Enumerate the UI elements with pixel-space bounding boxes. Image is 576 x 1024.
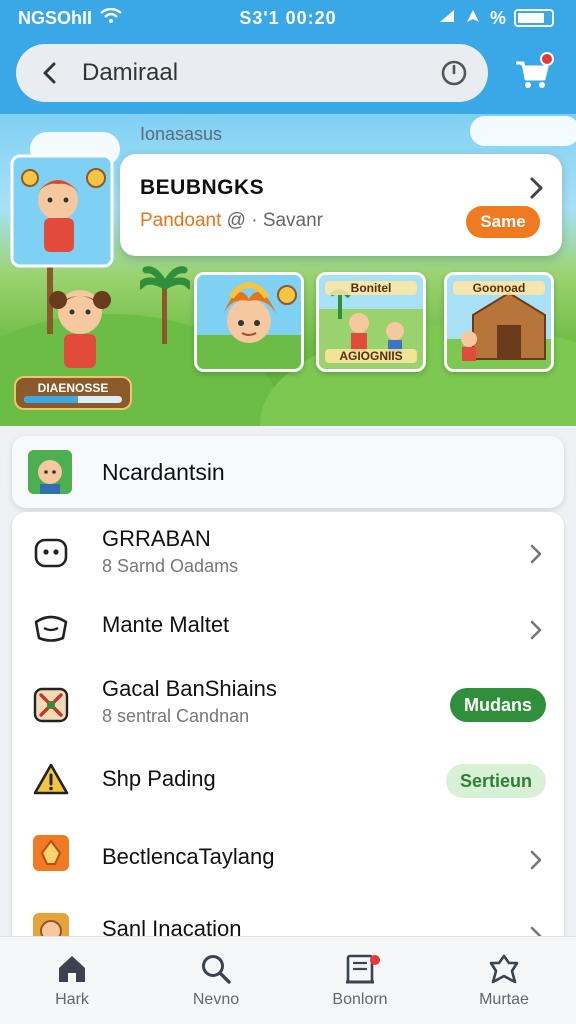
highlight-label: Ncardantsin — [102, 458, 225, 485]
cloud-decoration — [470, 116, 576, 146]
list-item[interactable]: BectlencaTaylang — [12, 816, 564, 896]
thumbnail-bottom-label: AGIOGNIIS — [325, 349, 417, 363]
featured-action-button[interactable]: Same — [466, 206, 540, 238]
list-item[interactable]: Sanl Inacation — [12, 892, 564, 942]
banner-section-label: Ionasasus — [140, 124, 223, 144]
thumbnail-top-label: Goonoad — [453, 281, 545, 295]
top-bar: Damiraal — [0, 36, 576, 114]
search-input[interactable]: Damiraal — [68, 59, 436, 87]
player-level-badge: DIAENOSSE — [14, 376, 132, 410]
status-percent: % — [489, 7, 506, 28]
network-icon — [464, 8, 482, 29]
warning-icon — [32, 760, 70, 798]
chevron-right-icon — [530, 850, 542, 870]
hero-character-image — [10, 154, 114, 278]
home-icon — [59, 955, 85, 982]
featured-offer-card[interactable]: BEUBNGKS Pandoant @ · Savanr Same — [120, 154, 562, 256]
player-progress-fill — [24, 396, 78, 403]
player-level-label: DIAENOSSE — [37, 381, 109, 395]
search-icon — [202, 954, 231, 984]
featured-subtitle-meta: @ · Savanr — [226, 210, 324, 231]
thumbnail-top-label: Bonitel — [325, 281, 417, 295]
nav-tab-search[interactable]: Nevno — [144, 937, 288, 1024]
status-pill-button[interactable]: Mudans — [449, 688, 546, 722]
back-button[interactable] — [32, 55, 68, 91]
chevron-right-icon — [530, 620, 542, 640]
list-item-title: Shp Pading — [102, 766, 216, 791]
game-thumbnail-1[interactable] — [194, 272, 304, 372]
signal-icon — [438, 8, 456, 29]
campfire-icon — [32, 834, 70, 872]
game-thumbnail-2[interactable]: Bonitel AGIOGNIIS — [316, 272, 426, 372]
nav-tab-home[interactable]: Hark — [0, 937, 144, 1024]
avatar-icon — [28, 450, 72, 494]
carrier-label: NGSOhII — [18, 7, 93, 28]
battery-icon — [514, 9, 554, 27]
highlight-card[interactable]: Ncardantsin — [12, 436, 564, 508]
nav-tab-label: Murtae — [479, 990, 529, 1008]
chevron-right-icon — [530, 544, 542, 564]
player-progress-bar — [24, 396, 122, 403]
content-panel: Ncardantsin GRRABAN 8 Sarnd Oadams Mante… — [0, 428, 576, 942]
list-item[interactable]: Gacal BanShiains 8 sentral Candnan Mudan… — [12, 664, 564, 744]
nav-tab-label: Hark — [55, 990, 89, 1008]
nav-tab-inbox[interactable]: Bonlorn — [288, 937, 432, 1024]
search-bar[interactable]: Damiraal — [16, 44, 488, 102]
menu-list: GRRABAN 8 Sarnd Oadams Mante Maltet Gaca… — [12, 512, 564, 942]
chevron-right-icon — [530, 177, 543, 199]
list-item[interactable]: Shp Pading Sertieun — [12, 740, 564, 820]
promo-banner[interactable]: Ionasasus BEUBNGKS Pandoant @ · Savanr S… — [0, 114, 576, 426]
notification-dot — [370, 955, 380, 965]
notification-dot — [540, 52, 554, 66]
list-item-title: Gacal BanShiains — [102, 676, 277, 701]
bottom-navigation: Hark Nevno Bonlorn Murtae — [0, 936, 576, 1024]
status-bar: NGSOhII S3'1 00:20 % — [0, 0, 576, 36]
featured-subtitle: Pandoant @ · Savanr — [140, 210, 323, 232]
clock-icon — [441, 60, 467, 86]
girl-character-image — [49, 290, 111, 368]
list-item-title: BectlencaTaylang — [102, 844, 275, 869]
pot-icon — [32, 608, 70, 646]
game-thumbnail-3[interactable]: Goonoad — [444, 272, 554, 372]
nav-tab-label: Bonlorn — [332, 990, 388, 1008]
palm-tree-decoration — [140, 266, 190, 344]
list-item-subtitle: 8 sentral Candnan — [102, 706, 250, 726]
list-item[interactable]: GRRABAN 8 Sarnd Oadams — [12, 512, 564, 592]
cart-button[interactable] — [508, 50, 556, 98]
timer-button[interactable] — [436, 55, 472, 91]
nav-tab-label: Nevno — [192, 990, 240, 1008]
featured-title: BEUBNGKS — [140, 176, 265, 199]
list-item-title: GRRABAN — [102, 526, 211, 551]
profile-icon — [489, 954, 519, 983]
list-item-title: Mante Maltet — [102, 612, 230, 637]
featured-subtitle-highlight: Pandoant — [140, 210, 222, 231]
crossed-swords-icon — [32, 686, 70, 724]
list-item[interactable]: Mante Maltet — [12, 588, 564, 668]
chevron-left-icon — [43, 62, 56, 84]
status-pill-button[interactable]: Sertieun — [445, 764, 546, 798]
list-item-subtitle: 8 Sarnd Oadams — [102, 556, 239, 576]
wifi-icon — [100, 7, 122, 29]
nav-tab-profile[interactable]: Murtae — [432, 937, 576, 1024]
robot-icon — [32, 534, 70, 572]
